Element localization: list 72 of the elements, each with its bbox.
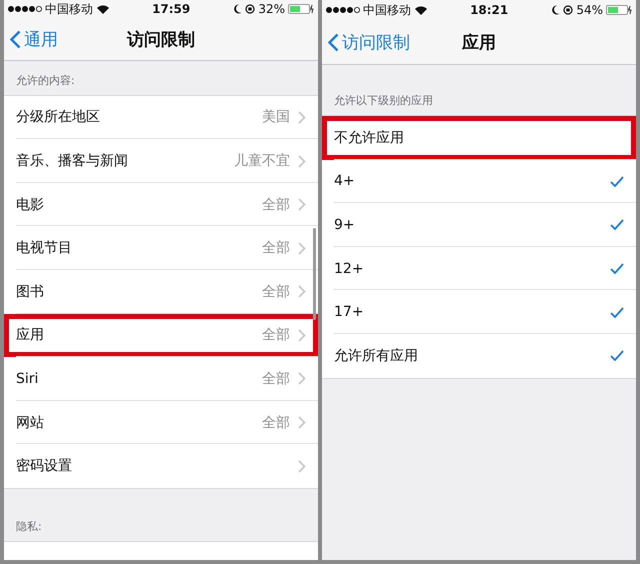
- status-time: 18:21: [470, 3, 508, 17]
- screen-title: 访问限制: [127, 29, 195, 52]
- row-label: 应用: [16, 326, 44, 344]
- chevron-icon: [298, 198, 306, 212]
- carrier-name: 中国移动: [363, 2, 411, 18]
- option-row[interactable]: 允许所有应用: [322, 334, 636, 378]
- wifi-icon: [97, 4, 109, 14]
- back-chevron-icon: [328, 32, 339, 52]
- row-label: 分级所在地区: [16, 108, 100, 126]
- battery-percent: 54%: [576, 3, 603, 17]
- row-label: 允许所有应用: [334, 346, 418, 365]
- chevron-icon: [298, 328, 306, 342]
- settings-row[interactable]: 音乐、播客与新闻 儿童不宜: [4, 139, 318, 183]
- rotation-lock-icon: [245, 4, 256, 14]
- option-row[interactable]: 不允许应用: [322, 116, 636, 160]
- battery-percent: 32%: [258, 2, 285, 16]
- chevron-icon: [298, 416, 306, 430]
- row-label: Siri: [16, 370, 38, 387]
- settings-row[interactable]: 密码设置: [4, 444, 318, 488]
- chevron-icon: [298, 154, 306, 168]
- moon-icon: [551, 5, 560, 15]
- row-value: 美国: [262, 108, 290, 126]
- wifi-icon: [415, 6, 427, 14]
- section-header: 隐私:: [16, 519, 42, 534]
- row-value: 全部: [262, 196, 290, 214]
- row-value: 儿童不宜: [234, 152, 290, 170]
- settings-row[interactable]: Siri 全部: [4, 357, 318, 401]
- rotation-lock-icon: [563, 5, 574, 15]
- option-row[interactable]: 4+: [322, 160, 636, 204]
- section-header: 允许的内容:: [16, 72, 75, 88]
- back-button[interactable]: 访问限制: [326, 30, 412, 54]
- row-label: 9+: [334, 216, 355, 233]
- battery-icon: [606, 5, 632, 15]
- settings-row[interactable]: 网站 全部: [4, 400, 318, 444]
- option-row[interactable]: 9+: [322, 203, 636, 247]
- row-value: 全部: [262, 282, 290, 301]
- chevron-icon: [298, 372, 306, 386]
- back-button[interactable]: 通用: [8, 28, 60, 52]
- chevron-icon: [298, 110, 306, 124]
- settings-row[interactable]: 应用 全部: [4, 314, 318, 358]
- row-label: 4+: [334, 173, 355, 190]
- row-label: 12+: [334, 260, 364, 277]
- row-label: 电影: [16, 196, 44, 214]
- row-label: 网站: [16, 414, 44, 432]
- row-label: 音乐、播客与新闻: [16, 152, 128, 170]
- row-label: 17+: [334, 304, 364, 320]
- option-row[interactable]: 17+: [322, 290, 636, 334]
- carrier-name: 中国移动: [45, 0, 93, 18]
- option-row[interactable]: 12+: [322, 246, 636, 290]
- chevron-icon: [298, 285, 306, 298]
- moon-icon: [233, 4, 242, 14]
- signal-icon: [326, 7, 360, 13]
- row-label: 图书: [16, 282, 44, 301]
- chevron-icon: [298, 460, 306, 473]
- row-value: 全部: [262, 239, 290, 258]
- row-value: 全部: [262, 370, 290, 388]
- row-value: 全部: [262, 414, 290, 432]
- signal-icon: [8, 6, 42, 12]
- settings-row[interactable]: 图书 全部: [4, 270, 318, 314]
- screen-title: 应用: [462, 32, 496, 54]
- row-label: 密码设置: [16, 457, 72, 476]
- settings-row[interactable]: 分级所在地区 美国: [4, 96, 318, 140]
- battery-icon: [288, 4, 314, 14]
- row-label: 不允许应用: [334, 128, 404, 147]
- status-time: 17:59: [152, 2, 190, 16]
- settings-row[interactable]: 电影 全部: [4, 182, 318, 226]
- settings-row[interactable]: 电视节目 全部: [4, 226, 318, 270]
- back-chevron-icon: [10, 30, 21, 50]
- section-header: 允许以下级别的应用: [334, 93, 433, 108]
- row-label: 电视节目: [16, 239, 72, 258]
- row-value: 全部: [262, 326, 290, 344]
- chevron-icon: [298, 242, 306, 255]
